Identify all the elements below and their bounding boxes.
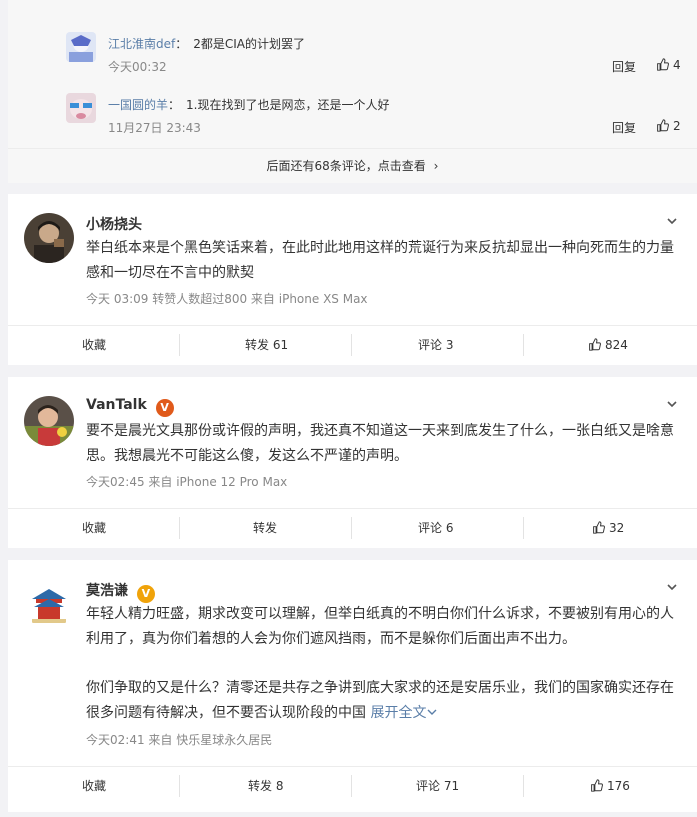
divider [179,517,180,539]
post-text-paragraph: 你们争取的又是什么？清零还是共存之争讲到底大家求的还是安居乐业，我们的国家确实还… [86,676,676,726]
favorite-button[interactable]: 收藏 [82,326,106,366]
comment-card: VanTalk V 要不是晨光文具那份或许假的声明，我还真不知道这一天来到底发生… [8,377,697,548]
reply-button[interactable]: 回复 [612,119,636,136]
repost-button[interactable]: 转发 8 [248,767,283,807]
reply-like-count: 4 [673,58,681,72]
thumb-up-icon [590,769,603,808]
reply-item: 一国圆的羊： 1.现在找到了也是网恋，还是一个人好 11月27日 23:43 回复… [66,93,686,153]
post-username[interactable]: 莫浩谦 V [86,580,155,603]
divider [523,517,524,539]
post-text-paragraph: 年轻人精力旺盛，期求改变可以理解，但举白纸真的不明白你们什么诉求，不要被别有用心… [86,606,674,647]
divider [179,775,180,797]
post-text: 要不是晨光文具那份或许假的声明，我还真不知道这一天来到底发生了什么，一张白纸又是… [86,423,674,464]
post-username[interactable]: 小杨挠头 [86,214,142,234]
thumb-up-icon [588,328,601,367]
thumb-up-icon [592,511,605,550]
avatar[interactable] [24,213,74,263]
username-text: 莫浩谦 [86,583,128,599]
thumb-up-icon [656,119,669,135]
like-button[interactable]: 824 [588,326,628,366]
chevron-down-icon [426,705,438,721]
comment-button[interactable]: 评论 6 [418,509,453,549]
comment-card: 小杨挠头 举白纸本来是个黑色笑话来着，在此时此地用这样的荒诞行为来反抗却显出一种… [8,194,697,365]
divider [179,334,180,356]
like-button[interactable]: 32 [592,509,624,549]
repost-button[interactable]: 转发 61 [245,326,288,366]
reply-like-button[interactable]: 4 [656,58,681,74]
post-username[interactable]: VanTalk V [86,397,174,417]
reply-colon: ： [175,37,188,51]
username-text: VanTalk [86,397,147,413]
reply-text: 2都是CIA的计划罢了 [193,37,306,51]
divider [523,334,524,356]
chevron-down-icon[interactable] [665,214,679,232]
reply-username[interactable]: 一国圆的羊 [108,98,168,112]
divider [351,334,352,356]
reply-like-button[interactable]: 2 [656,119,681,135]
chevron-right-icon: › [433,159,439,173]
reply-colon: ： [168,98,181,112]
post-meta: 今天02:41 来自 快乐星球永久居民 [86,733,273,747]
reply-item: 江北淮南def： 2都是CIA的计划罢了 今天00:32 回复 4 [66,32,686,92]
reply-like-count: 2 [673,119,681,133]
comment-card: 莫浩谦 V 年轻人精力旺盛，期求改变可以理解，但举白纸真的不明白你们什么诉求，不… [8,560,697,812]
reply-text: 1.现在找到了也是网恋，还是一个人好 [186,98,390,112]
username-text: 小杨挠头 [86,217,142,233]
expand-label: 展开全文 [370,705,427,721]
repost-button[interactable]: 转发 [253,509,277,549]
avatar[interactable] [24,579,74,629]
reply-time: 11月27日 23:43 [108,121,201,135]
thumb-up-icon [656,58,669,74]
post-meta: 今天02:45 来自 iPhone 12 Pro Max [86,475,288,489]
divider [351,517,352,539]
reply-button[interactable]: 回复 [612,58,636,75]
reply-avatar[interactable] [66,32,96,62]
action-bar: 收藏 转发 61 评论 3 824 [8,325,697,365]
post-meta: 今天 03:09 转赞人数超过800 来自 iPhone XS Max [86,292,368,306]
reply-avatar[interactable] [66,93,96,123]
avatar[interactable] [24,396,74,446]
expand-link[interactable]: 展开全文 [370,705,438,721]
like-button[interactable]: 176 [590,767,630,807]
like-count: 824 [605,338,628,352]
favorite-button[interactable]: 收藏 [82,509,106,549]
divider [523,775,524,797]
chevron-down-icon[interactable] [665,397,679,415]
reply-time: 今天00:32 [108,60,167,74]
comment-button[interactable]: 评论 3 [418,326,453,366]
divider [351,775,352,797]
verified-badge-icon: V [136,585,155,603]
verified-badge-icon: V [155,399,174,417]
chevron-down-icon[interactable] [665,580,679,598]
action-bar: 收藏 转发 8 评论 71 176 [8,766,697,806]
comment-button[interactable]: 评论 71 [416,767,459,807]
favorite-button[interactable]: 收藏 [82,767,106,807]
like-count: 32 [609,521,625,535]
replies-box: 江北淮南def： 2都是CIA的计划罢了 今天00:32 回复 4 一国圆的羊： 1… [8,0,697,183]
action-bar: 收藏 转发 评论 6 32 [8,508,697,548]
reply-username[interactable]: 江北淮南def [108,37,175,51]
more-comments-link[interactable]: 后面还有68条评论，点击查看 › [8,148,697,183]
post-text: 举白纸本来是个黑色笑话来着，在此时此地用这样的荒诞行为来反抗却显出一种向死而生的… [86,240,674,281]
like-count: 176 [607,779,630,793]
more-comments-label: 后面还有68条评论，点击查看 [266,159,426,173]
